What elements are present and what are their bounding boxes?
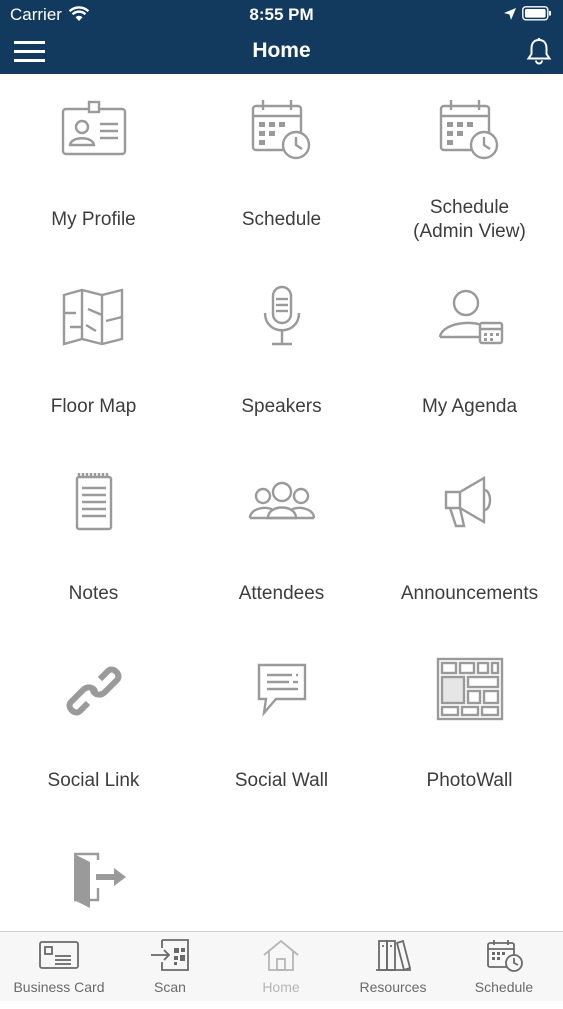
tile-my-agenda[interactable]: My Agenda: [376, 261, 563, 448]
location-arrow-icon: [503, 7, 517, 21]
exit-door-icon: [58, 842, 130, 914]
chat-bubble-icon: [246, 655, 318, 727]
tab-schedule[interactable]: Schedule: [448, 932, 560, 1001]
person-calendar-icon: [434, 281, 506, 353]
tile-label: PhotoWall: [426, 770, 513, 791]
tile-photowall[interactable]: PhotoWall: [376, 635, 563, 822]
tile-label: My Agenda: [421, 396, 518, 417]
tile-label: Attendees: [238, 583, 325, 604]
profile-card-icon: [58, 94, 130, 166]
tile-label: Announcements: [400, 583, 539, 604]
books-icon: [373, 938, 413, 972]
tab-label: Resources: [359, 979, 427, 995]
chain-link-icon: [58, 655, 130, 727]
calendar-clock-icon: [246, 94, 318, 166]
tab-label: Business Card: [13, 979, 105, 995]
notifications-bell-icon[interactable]: [526, 37, 552, 65]
tile-notes[interactable]: Notes: [0, 448, 187, 635]
tile-label: Speakers: [241, 396, 322, 417]
tab-resources[interactable]: Resources: [337, 932, 449, 1001]
tile-floor-map[interactable]: Floor Map: [0, 261, 187, 448]
home-icon: [261, 938, 301, 972]
tile-label: Schedule: [241, 209, 322, 230]
tile-my-profile[interactable]: My Profile: [0, 74, 187, 261]
tile-label: Floor Map: [50, 396, 137, 417]
tab-business-card[interactable]: Business Card: [3, 932, 115, 1001]
tile-label: My Profile: [51, 209, 136, 230]
tile-social-link[interactable]: Social Link: [0, 635, 187, 822]
tab-scan[interactable]: Scan: [114, 932, 226, 1001]
tile-label: Social Wall: [234, 770, 329, 791]
calendar-clock-icon: [484, 938, 524, 972]
battery-icon: [522, 6, 552, 21]
page-title: Home: [252, 39, 311, 62]
status-time: 8:55 PM: [249, 5, 314, 24]
calendar-clock-icon: [434, 94, 506, 166]
tile-attendees[interactable]: Attendees: [188, 448, 375, 635]
scan-qr-icon: [150, 938, 190, 972]
tile-label: Social Link: [47, 770, 140, 791]
microphone-icon: [246, 281, 318, 353]
tab-label: Home: [262, 979, 300, 995]
tab-label: Scan: [154, 979, 186, 995]
tile-label: Schedule (Admin View): [413, 197, 526, 242]
tile-label: Notes: [68, 583, 119, 604]
app-header: Carrier 8:55 PM Home: [0, 0, 563, 74]
tile-speakers[interactable]: Speakers: [188, 261, 375, 448]
tile-schedule-admin-view[interactable]: Schedule (Admin View): [376, 74, 563, 261]
tile-schedule[interactable]: Schedule: [188, 74, 375, 261]
tile-social-wall[interactable]: Social Wall: [188, 635, 375, 822]
megaphone-icon: [434, 468, 506, 540]
people-icon: [246, 468, 318, 540]
bottom-tab-bar: Business Card Scan Home Resources Schedu…: [0, 931, 563, 1001]
tile-announcements[interactable]: Announcements: [376, 448, 563, 635]
tab-label: Schedule: [474, 979, 534, 995]
notepad-icon: [58, 468, 130, 540]
status-bar: Carrier 8:55 PM: [0, 0, 563, 30]
photo-grid-icon: [434, 655, 506, 727]
business-card-icon: [39, 938, 79, 972]
map-icon: [58, 281, 130, 353]
tab-home[interactable]: Home: [225, 932, 337, 1001]
